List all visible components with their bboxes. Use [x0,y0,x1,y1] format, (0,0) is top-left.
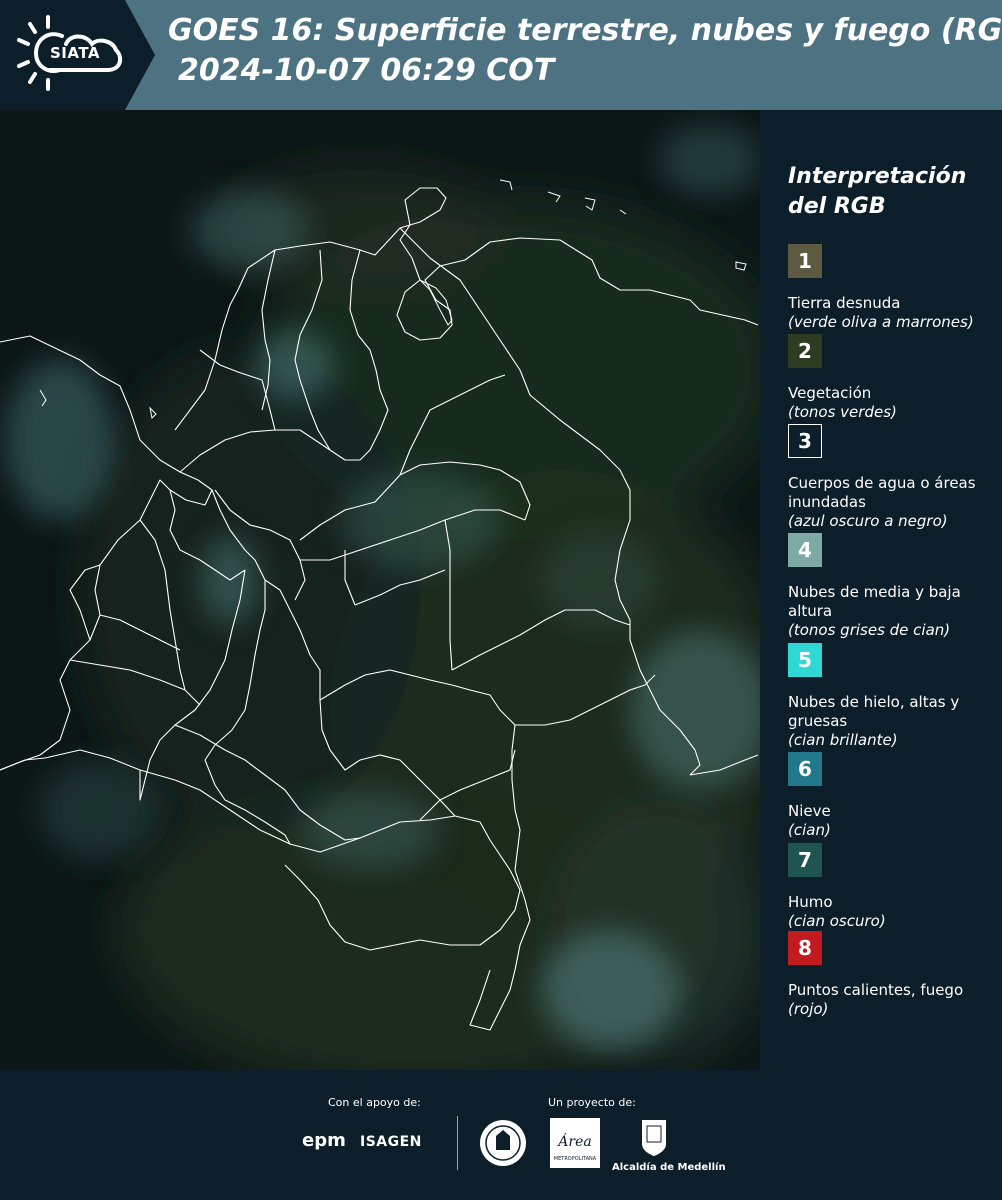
legend-item-3: 3 Cuerpos de agua o áreas inundadas (azu… [788,424,998,531]
alcaldia-shield-icon [642,1120,666,1156]
legend-item-4: 4 Nubes de media y baja altura (tonos gr… [788,533,998,640]
legend-item-6: 6 Nieve (cian) [788,752,998,840]
header: SIATA GOES 16: Superficie terrestre, nub… [0,0,1002,110]
legend-description: (tonos verdes) [788,403,897,421]
legend-swatch: 5 [788,643,822,677]
logo-text: SIATA [50,44,101,62]
project-label: Un proyecto de: [548,1096,636,1109]
legend-swatch: 4 [788,533,822,567]
legend-description: (cian brillante) [788,731,898,749]
legend-swatch: 3 [788,424,822,458]
legend-swatch: 8 [788,931,822,965]
legend-description: (azul oscuro a negro) [788,512,948,530]
footer: Con el apoyo de: Un proyecto de: epm ISA… [0,1070,1002,1200]
legend-label: Nieve [788,802,831,820]
legend-title: Interpretación del RGB [788,164,967,219]
map-canvas [0,110,760,1070]
siata-logo: SIATA [0,0,155,110]
legend-swatch: 6 [788,752,822,786]
legend-label: Vegetación [788,384,872,402]
footer-divider [457,1116,458,1170]
legend-swatch: 2 [788,334,822,368]
legend-swatch: 1 [788,244,822,278]
legend-description: (verde oliva a marrones) [788,313,974,331]
legend-label: Humo [788,893,833,911]
legend-label: Nubes de media y baja altura [788,583,961,620]
legend-item-8: 8 Puntos calientes, fuego (rojo) [788,931,998,1019]
legend-item-7: 7 Humo (cian oscuro) [788,843,998,931]
epm-logo: epm [302,1130,346,1151]
medellin-seal-icon [480,1120,526,1166]
legend-swatch: 7 [788,843,822,877]
legend-label: Puntos calientes, fuego [788,981,964,999]
area-logo-text: Área [556,1132,591,1150]
area-logo-subtext: METROPOLITANA [554,1156,597,1162]
page-title: GOES 16: Superficie terrestre, nubes y f… [168,13,1002,48]
support-label: Con el apoyo de: [328,1096,421,1109]
legend-description: (cian) [788,821,831,839]
legend-item-2: 2 Vegetación (tonos verdes) [788,334,998,422]
isagen-logo: ISAGEN [360,1134,422,1150]
legend-label: Tierra desnuda [788,294,901,312]
legend-item-5: 5 Nubes de hielo, altas y gruesas (cian … [788,643,998,750]
alcaldia-label: Alcaldía de Medellín [612,1162,726,1173]
legend-description: (rojo) [788,1000,829,1018]
legend-item-1: 1 Tierra desnuda (verde oliva a marrones… [788,244,998,332]
legend-description: (cian oscuro) [788,912,886,930]
legend-label: Nubes de hielo, altas y gruesas [788,693,960,730]
page-timestamp: 2024-10-07 06:29 COT [178,53,555,88]
satellite-map [0,110,760,1070]
legend-description: (tonos grises de cian) [788,621,951,639]
legend-panel: Interpretación del RGB 1 Tierra desnuda … [770,110,1002,1070]
area-metropolitana-logo: Área METROPOLITANA [550,1118,600,1168]
legend-label: Cuerpos de agua o áreas inundadas [788,474,976,511]
